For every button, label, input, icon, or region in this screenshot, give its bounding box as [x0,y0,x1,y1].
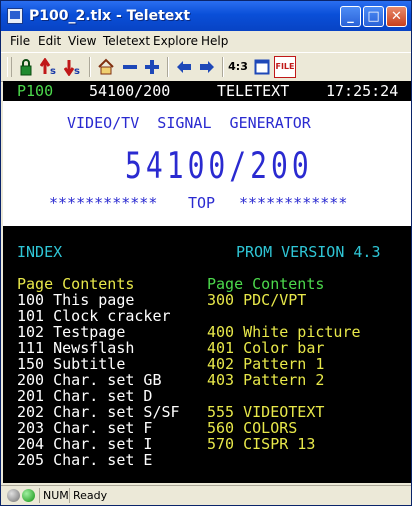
window-icon[interactable] [251,56,273,78]
home-icon[interactable] [95,56,117,78]
status-indicator-green-icon [22,489,35,502]
page-link-102[interactable]: 102 Testpage [17,324,125,340]
plus-icon[interactable] [141,56,163,78]
forward-arrow-icon[interactable] [196,56,218,78]
page-link-203[interactable]: 203 Char. set F [17,420,152,436]
page-link-101[interactable]: 101 Clock cracker [17,308,171,324]
header-time: 17:25:24 [326,82,399,100]
page-link-555[interactable]: 555 VIDEOTEXT [207,404,324,420]
menu-explore[interactable]: Explore [153,33,198,49]
menu-file[interactable]: File [10,33,30,49]
page-link-402[interactable]: 402 Pattern 1 [207,356,324,372]
page-link-202[interactable]: 202 Char. set S/SF [17,404,180,420]
page-link-100[interactable]: 100 This page [17,292,134,308]
menu-view[interactable]: View [68,33,96,49]
status-num: NUM [39,488,71,503]
toolbar-separator [89,57,91,77]
header-service: TELETEXT [217,82,290,100]
app-icon [7,8,23,24]
page-link-200[interactable]: 200 Char. set GB [17,372,162,388]
page-link-201[interactable]: 201 Char. set D [17,388,152,404]
page-link-150[interactable]: 150 Subtitle [17,356,125,372]
toolbar: s s 4:3 FILE [1,52,411,82]
back-arrow-icon[interactable] [173,56,195,78]
file-icon[interactable]: FILE [274,56,296,78]
banner-top-label: TOP [188,194,216,212]
banner-stars-left: ************ [49,194,158,212]
status-indicator-gray-icon [7,489,20,502]
prom-version: PROM VERSION 4.3 [236,243,381,261]
toolbar-separator [222,57,224,77]
page-link-111[interactable]: 111 Newsflash [17,340,134,356]
menu-edit[interactable]: Edit [38,33,61,49]
minimize-button[interactable]: _ [340,6,361,27]
aspect-ratio-button[interactable]: 4:3 [227,56,249,78]
page-link-204[interactable]: 204 Char. set I [17,436,152,452]
banner: VIDEO/TV SIGNAL GENERATOR 54100/200 ****… [3,101,411,226]
banner-title: VIDEO/TV SIGNAL GENERATOR [67,114,311,132]
teletext-window: P100_2.tlx - Teletext _ □ ✕ File Edit Vi… [0,0,412,506]
column-header-left: Page Contents [17,275,135,293]
menu-bar: File Edit View Teletext Explore Help [1,31,411,51]
page-link-560[interactable]: 560 COLORS [207,420,297,436]
svg-text:s: s [50,66,56,76]
next-page-icon[interactable]: s [63,56,85,78]
menu-teletext[interactable]: Teletext [103,33,150,49]
page-link-401[interactable]: 401 Color bar [207,340,324,356]
page-link-570[interactable]: 570 CISPR 13 [207,436,315,452]
page-link-403[interactable]: 403 Pattern 2 [207,372,324,388]
minus-icon[interactable] [119,56,141,78]
toolbar-grip[interactable] [7,57,12,77]
banner-stars-right: ************ [239,194,348,212]
page-link-400[interactable]: 400 White picture [207,324,361,340]
maximize-button[interactable]: □ [363,6,384,27]
toolbar-separator [167,57,169,77]
page-link-205[interactable]: 205 Char. set E [17,452,152,468]
header-page-number: P100 [17,82,54,100]
status-bar: NUM Ready [1,485,411,505]
close-button[interactable]: ✕ [386,6,407,27]
prev-page-icon[interactable]: s [39,56,61,78]
page-link-300[interactable]: 300 PDC/VPT [207,292,306,308]
header-counter: 54100/200 [89,82,171,100]
lock-icon[interactable] [15,56,37,78]
svg-text:s: s [74,66,80,76]
column-header-right: Page Contents [207,275,325,293]
title-bar[interactable]: P100_2.tlx - Teletext _ □ ✕ [1,1,411,31]
index-label: INDEX [17,243,63,261]
menu-help[interactable]: Help [201,33,228,49]
status-text: Ready [69,488,107,503]
banner-page-number: 54100/200 [125,144,313,188]
teletext-page: P100 54100/200 TELETEXT 17:25:24 VIDEO/T… [3,81,411,483]
window-title: P100_2.tlx - Teletext [29,8,191,24]
